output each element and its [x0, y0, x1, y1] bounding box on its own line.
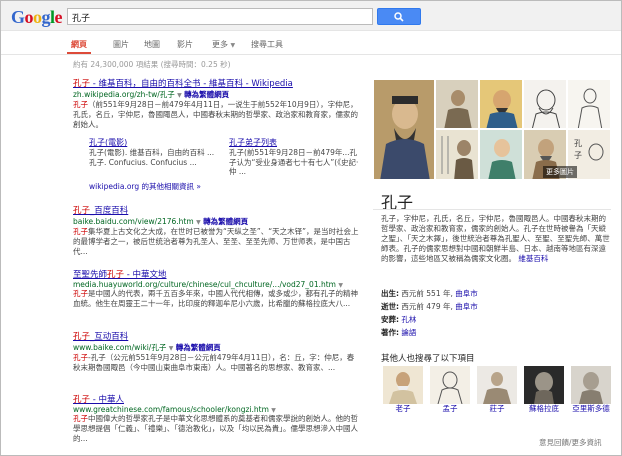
divider	[373, 209, 611, 210]
knowledge-panel-description: 孔子，字仲尼，孔氏，名丘，宇仲尼，魯國陬邑人。中國春秋末期的哲學家、政治家和教育…	[381, 214, 610, 263]
portrait-image[interactable]	[435, 79, 479, 129]
svg-text:子: 子	[574, 151, 582, 160]
result-title[interactable]: 至聖先師孔子 - 中華文地	[73, 268, 359, 280]
people-also-search-title: 其他人也搜尋了以下項目	[381, 354, 475, 364]
related-person[interactable]: 莊子	[477, 366, 517, 413]
sitelink-title[interactable]: 孔子(電影)	[89, 137, 219, 148]
related-person-name: 蘇格拉底	[529, 404, 559, 413]
result-snippet: 孔子中國偉大的哲學家孔子是中華文化思想體系的奠基者和儒家學說的創始人。他的哲學思…	[73, 414, 358, 443]
related-person[interactable]: 老子	[383, 366, 423, 413]
related-person-name: 莊子	[489, 404, 505, 413]
tab-web[interactable]: 網頁	[71, 39, 87, 50]
portrait-image[interactable]	[523, 79, 567, 129]
result-title[interactable]: 孔子_百度百科	[73, 204, 359, 216]
search-result: 孔子 - 中華人 www.greatchinese.com/famous/sch…	[73, 393, 359, 444]
feedback-link[interactable]: 意見回饋/更多資訊	[539, 437, 602, 448]
translate-link[interactable]: 轉為繁體網頁	[184, 90, 229, 99]
related-person-image	[430, 366, 470, 405]
google-logo[interactable]: Google	[11, 7, 63, 28]
result-title[interactable]: 孔子 - 维基百科，自由的百科全书 - 維基百科 - Wikipedia	[73, 77, 359, 89]
portrait-image[interactable]	[435, 129, 479, 180]
sitelinks: 孔子(電影) 孔子(電影). 维基百科，自由的百科 ... 孔子. Confuc…	[89, 137, 359, 179]
chevron-down-icon: ▼	[230, 42, 236, 49]
tab-more[interactable]: 更多 ▼	[212, 39, 235, 50]
result-snippet: 孔子-孔子（公元前551年9月28日－公元前479年4月11日），名：丘，字：仲…	[73, 353, 355, 372]
search-tabs: 網頁 圖片 地圖 影片 更多 ▼ 搜尋工具	[1, 31, 621, 55]
related-person-name: 孟子	[442, 404, 458, 413]
related-person-image	[477, 366, 517, 404]
more-images-link[interactable]: 更多圖片	[543, 166, 577, 178]
result-url: zh.wikipedia.org/zh-tw/孔子 ▼ 轉為繁體網頁	[73, 90, 230, 99]
translate-link[interactable]: 轉為繁體網頁	[176, 343, 221, 352]
search-result: 至聖先師孔子 - 中華文地 media.huayuworld.org/cultu…	[73, 268, 359, 309]
related-person-image	[571, 366, 611, 404]
result-snippet: 孔子集华夏上古文化之大成，在世时已被誉为“天纵之圣”、“天之木铎”，是当时社会上…	[73, 227, 359, 256]
result-title[interactable]: 孔子 - 中華人	[73, 393, 359, 405]
more-results-link[interactable]: wikipedia.org 的其他相關資訊 »	[89, 181, 201, 192]
result-url: www.baike.com/wiki/孔子 ▼ 轉為繁體網頁	[73, 343, 221, 352]
fact-died: 逝世: 西元前 479 年, 曲阜市	[381, 302, 478, 311]
result-url: media.huayuworld.org/culture/chinese/cul…	[73, 280, 343, 289]
tab-maps[interactable]: 地圖	[144, 39, 160, 50]
active-tab-indicator	[67, 52, 91, 54]
result-snippet: 孔子（前551年9月28日－前479年4月11日，一说生于前552年10月9日）…	[73, 100, 358, 129]
search-header: Google 孔子	[1, 1, 621, 31]
sitelink-snippet: 孔子(電影). 维基百科，自由的百科 ... 孔子. Confucius. Co…	[89, 148, 215, 167]
search-result: 孔子_互动百科 www.baike.com/wiki/孔子 ▼ 轉為繁體網頁 孔…	[73, 330, 359, 373]
fact-link[interactable]: 孔林	[401, 315, 416, 324]
result-stats: 約有 24,300,000 項結果 (搜尋時間：0.25 秒)	[73, 60, 231, 69]
tab-images[interactable]: 圖片	[113, 39, 129, 50]
portrait-image[interactable]	[567, 79, 611, 129]
fact-born: 出生: 西元前 551 年, 曲阜市	[381, 289, 478, 298]
translate-link[interactable]: 轉為繁體網頁	[203, 217, 248, 226]
fact-works: 著作: 論語	[381, 328, 417, 337]
tab-search-tools[interactable]: 搜尋工具	[251, 39, 283, 50]
fact-link[interactable]: 曲阜市	[455, 289, 478, 298]
sitelink: 孔子弟子列表 孔子(前551年9月28日－前479年...孔子认为“受业身通者七…	[229, 137, 359, 177]
related-person[interactable]: 亞里斯多德	[571, 366, 611, 413]
search-result: 孔子_百度百科 baike.baidu.com/view/2176.htm ▼ …	[73, 204, 359, 257]
search-button[interactable]	[377, 8, 421, 25]
result-url: baike.baidu.com/view/2176.htm ▼ 轉為繁體網頁	[73, 217, 249, 226]
source-link[interactable]: 維基百科	[518, 254, 548, 263]
sitelink-title[interactable]: 孔子弟子列表	[229, 137, 359, 148]
related-person-image	[524, 366, 564, 404]
portrait-image[interactable]	[373, 79, 435, 180]
sitelink: 孔子(電影) 孔子(電影). 维基百科，自由的百科 ... 孔子. Confuc…	[89, 137, 219, 167]
result-title[interactable]: 孔子_互动百科	[73, 330, 359, 342]
related-person-name: 亞里斯多德	[572, 404, 610, 413]
related-person-image	[383, 366, 423, 404]
portrait-image[interactable]	[479, 129, 523, 180]
sitelink-snippet: 孔子(前551年9月28日－前479年...孔子认为“受业身通者七十有七人”(《…	[229, 148, 359, 176]
portrait-image[interactable]	[479, 79, 523, 129]
tab-videos[interactable]: 影片	[177, 39, 193, 50]
svg-text:孔: 孔	[574, 139, 582, 148]
search-result: 孔子 - 维基百科，自由的百科全书 - 維基百科 - Wikipedia zh.…	[73, 77, 359, 130]
search-icon	[394, 12, 404, 22]
related-person[interactable]: 孟子	[430, 366, 470, 413]
fact-link[interactable]: 論語	[401, 328, 416, 337]
knowledge-panel-images[interactable]: 孔子	[373, 79, 611, 180]
related-person[interactable]: 蘇格拉底	[524, 366, 564, 413]
fact-buried: 安葬: 孔林	[381, 315, 417, 324]
result-snippet: 孔子是中國人的代表，兩千五百多年來，中國人代代相傳，或多或少，都有孔子的精神血統…	[73, 289, 358, 308]
result-url: www.greatchinese.com/famous/schooler/kon…	[73, 405, 276, 414]
fact-link[interactable]: 曲阜市	[455, 302, 478, 311]
related-person-name: 老子	[395, 404, 411, 413]
search-input[interactable]: 孔子	[67, 8, 373, 25]
tab-more-label: 更多	[212, 40, 228, 49]
